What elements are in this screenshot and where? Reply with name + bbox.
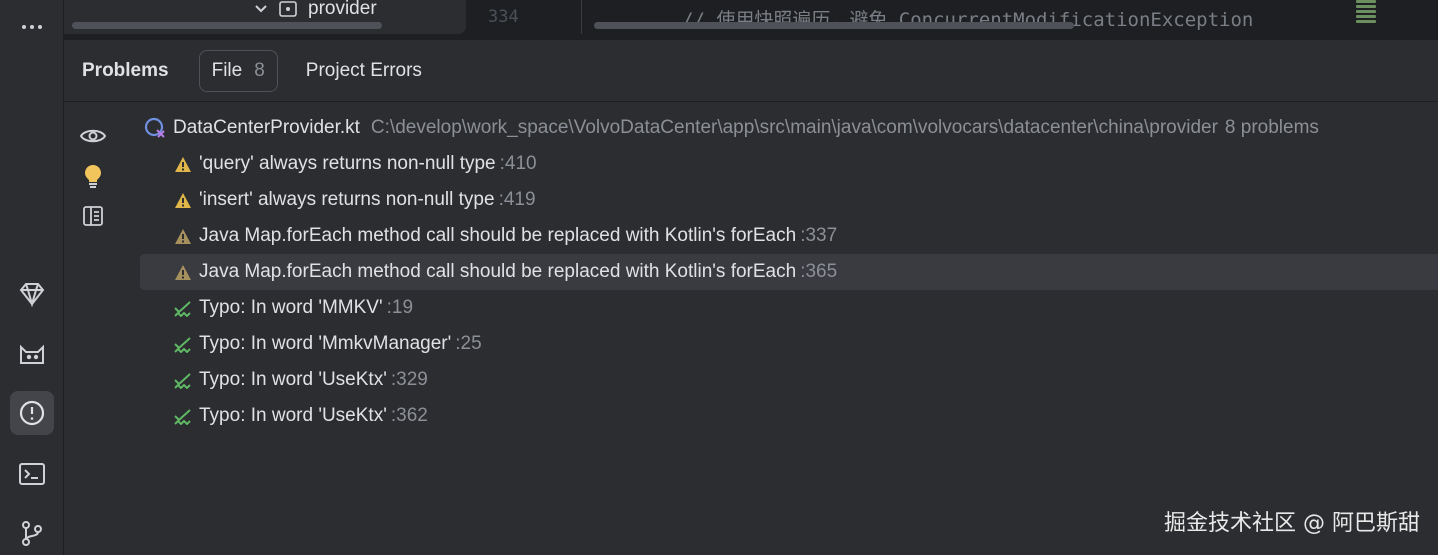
line-gutter: 334: [474, 0, 582, 34]
problem-count: 8 problems: [1224, 117, 1319, 138]
problems-panel: Problems File 8 Project Errors DataCente…: [64, 40, 1438, 555]
weak-warning-icon: [174, 264, 192, 281]
terminal-icon[interactable]: [10, 452, 54, 496]
weak-warning-icon: [174, 228, 192, 245]
project-tree-item[interactable]: provider: [254, 0, 377, 20]
editor-scrollbar[interactable]: [594, 22, 1074, 29]
editor-area: provider 334 // 使用快照遍历，避免 ConcurrentModi…: [64, 0, 1438, 40]
preview-icon[interactable]: [78, 196, 108, 236]
problem-row[interactable]: Typo: In word 'MmkvManager':25: [140, 326, 1438, 362]
problem-message: Typo: In word 'MmkvManager': [199, 333, 452, 354]
typo-icon: [174, 372, 192, 389]
problem-line: :410: [499, 153, 537, 174]
problem-message: Typo: In word 'UseKtx': [199, 369, 387, 390]
problems-tabs: Problems File 8 Project Errors: [82, 50, 422, 92]
problem-line: :365: [800, 261, 838, 282]
project-item-label: provider: [308, 0, 377, 19]
tool-window-strip: [0, 0, 64, 555]
chevron-down-icon: [255, 5, 267, 13]
more-icon[interactable]: [10, 0, 54, 44]
warning-icon: [174, 156, 192, 173]
problem-row[interactable]: Java Map.forEach method call should be r…: [140, 254, 1438, 290]
typo-icon: [174, 300, 192, 317]
problem-row[interactable]: 'insert' always returns non-null type:41…: [140, 182, 1438, 218]
problems-tree: DataCenterProvider.kt C:\develop\work_sp…: [140, 110, 1438, 434]
problem-message: Java Map.forEach method call should be r…: [199, 225, 797, 246]
problem-message: Typo: In word 'MMKV': [199, 297, 383, 318]
problem-row[interactable]: Typo: In word 'UseKtx':329: [140, 362, 1438, 398]
problem-row[interactable]: Java Map.forEach method call should be r…: [140, 218, 1438, 254]
problem-row[interactable]: 'query' always returns non-null type:410: [140, 146, 1438, 182]
code-editor[interactable]: 334 // 使用快照遍历，避免 ConcurrentModificationE…: [474, 0, 1416, 34]
project-tree-pane: provider: [64, 0, 466, 34]
problem-message: 'insert' always returns non-null type: [199, 189, 495, 210]
tab-file-label: File: [211, 60, 243, 81]
problem-line: :329: [390, 369, 428, 390]
problem-line: :25: [455, 333, 482, 354]
problem-row[interactable]: Typo: In word 'UseKtx':362: [140, 398, 1438, 434]
watermark: 掘金技术社区 @ 阿巴斯甜: [1164, 511, 1420, 536]
file-name: DataCenterProvider.kt: [173, 117, 360, 138]
warning-icon: [174, 192, 192, 209]
eye-icon[interactable]: [78, 116, 108, 156]
panel-toolbar: [78, 116, 108, 236]
lightbulb-icon[interactable]: [78, 156, 108, 196]
problem-line: :362: [390, 405, 428, 426]
typo-icon: [174, 336, 192, 353]
problem-line: :419: [498, 189, 536, 210]
problems-tool-icon[interactable]: [10, 391, 54, 435]
git-icon[interactable]: [10, 511, 54, 555]
problem-message: 'query' always returns non-null type: [199, 153, 496, 174]
problem-message: Typo: In word 'UseKtx': [199, 405, 387, 426]
file-node[interactable]: DataCenterProvider.kt C:\develop\work_sp…: [140, 110, 1438, 146]
line-number: 334: [488, 7, 519, 27]
problem-line: :337: [800, 225, 838, 246]
tab-file-count: 8: [254, 60, 265, 81]
divider: [64, 101, 1438, 102]
horizontal-scrollbar[interactable]: [72, 22, 382, 29]
tab-file[interactable]: File 8: [198, 50, 278, 92]
diamond-icon[interactable]: [10, 272, 54, 316]
kotlin-file-icon: [144, 117, 165, 138]
tab-project-errors[interactable]: Project Errors: [306, 60, 422, 82]
problem-line: :19: [386, 297, 414, 318]
panel-title: Problems: [82, 60, 169, 81]
minimap[interactable]: [1356, 0, 1376, 30]
package-icon: [279, 1, 297, 17]
problem-row[interactable]: Typo: In word 'MMKV':19: [140, 290, 1438, 326]
file-path: C:\develop\work_space\VolvoDataCenter\ap…: [370, 117, 1218, 138]
problem-message: Java Map.forEach method call should be r…: [199, 261, 797, 282]
typo-icon: [174, 408, 192, 425]
cat-icon[interactable]: [10, 332, 54, 376]
